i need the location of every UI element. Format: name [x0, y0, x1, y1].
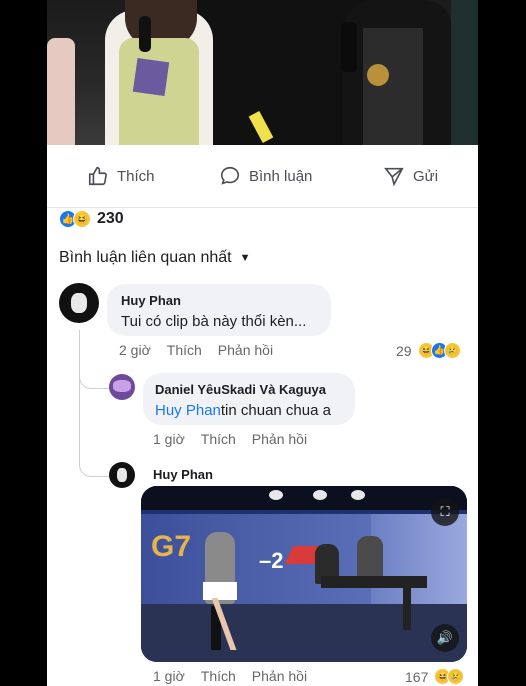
comment-icon — [220, 166, 240, 185]
reply-like-link[interactable]: Thích — [201, 668, 236, 684]
comment-meta: 2 giờ Thích Phản hồi — [119, 342, 289, 358]
mention-link[interactable]: Huy Phan — [155, 402, 221, 419]
avatar[interactable] — [109, 462, 135, 488]
reply-author[interactable]: Daniel YêuSkadi Và Kaguya — [155, 382, 326, 397]
reply-time: 1 giờ — [153, 431, 185, 447]
reply-reply-link[interactable]: Phản hồi — [252, 668, 307, 684]
chevron-down-icon: ▼ — [239, 252, 251, 264]
microphone — [139, 16, 151, 52]
like-button[interactable]: Thích — [87, 163, 155, 189]
stage-lights — [141, 486, 467, 510]
reply-reply-link[interactable]: Phản hồi — [252, 431, 307, 447]
sad-reaction-icon: 😢 — [447, 668, 465, 685]
stage-panel — [451, 0, 478, 145]
man-shirt — [363, 28, 423, 145]
send-icon — [384, 167, 404, 187]
reply-message: tin chuan chua a — [220, 402, 331, 419]
comment-text: Tui có clip bà này thổi kèn... — [121, 313, 307, 330]
held-card — [132, 57, 170, 97]
reply-reaction-tag[interactable]: 167 😆 😢 — [405, 668, 465, 685]
comment-button[interactable]: Bình luận — [219, 163, 312, 189]
microphone — [341, 22, 357, 72]
person-left-edge — [47, 38, 75, 145]
comment-sort-dropdown[interactable]: Bình luận liên quan nhất ▼ — [59, 249, 250, 267]
comment-reaction-tag[interactable]: 29 😆 👍 😢 — [396, 342, 461, 359]
team-logo-left: G7 — [151, 530, 192, 563]
reply-reaction-count: 167 — [405, 668, 429, 685]
comment-reply-link[interactable]: Phản hồi — [218, 342, 273, 358]
comment-bubble[interactable]: Huy Phan Tui có clip bà này thổi kèn... — [107, 284, 331, 336]
sad-reaction-icon: 😢 — [443, 342, 461, 359]
desk-leg — [403, 586, 411, 630]
reply-bubble[interactable]: Daniel YêuSkadi Và Kaguya Huy Phantin ch… — [143, 373, 355, 425]
reply-video-attachment[interactable]: G7 –2 ⛶ 🔊 — [141, 486, 467, 662]
phone-screen: Thích Bình luận Gửi 👍 😆 230 Bình luận li… — [47, 0, 478, 686]
comment-reaction-count: 29 — [396, 342, 412, 359]
comment-author[interactable]: Huy Phan — [121, 293, 181, 308]
reply-time: 1 giờ — [153, 668, 185, 684]
speaker-icon[interactable]: 🔊 — [431, 624, 459, 652]
send-button[interactable]: Gửi — [383, 163, 438, 189]
like-label: Thích — [117, 167, 155, 185]
haha-reaction-icon: 😆 — [73, 210, 91, 228]
reply-thread-line — [79, 330, 112, 477]
send-label: Gửi — [413, 167, 439, 185]
sort-label: Bình luận liên quan nhất — [59, 249, 232, 266]
reply-author[interactable]: Huy Phan — [153, 467, 213, 482]
comment-time: 2 giờ — [119, 342, 151, 358]
post-action-bar: Thích Bình luận Gửi — [47, 145, 478, 208]
stage-floor — [141, 604, 467, 662]
avatar[interactable] — [109, 374, 135, 400]
post-video-frame[interactable] — [47, 0, 478, 145]
shirt-logo — [367, 64, 389, 86]
reaction-summary[interactable]: 👍 😆 230 — [59, 210, 124, 228]
caster-desk — [321, 576, 427, 588]
comment-label: Bình luận — [249, 167, 313, 185]
comment-like-link[interactable]: Thích — [167, 342, 202, 358]
reply-meta: 1 giờ Thích Phản hồi — [153, 431, 323, 447]
reply-meta: 1 giờ Thích Phản hồi — [153, 668, 323, 684]
reply-like-link[interactable]: Thích — [201, 431, 236, 447]
thumbs-up-icon — [88, 166, 107, 186]
reaction-count: 230 — [97, 210, 124, 227]
expand-icon[interactable]: ⛶ — [431, 498, 459, 526]
reply-text: Huy Phantin chuan chua a — [155, 402, 331, 419]
avatar[interactable] — [59, 283, 99, 323]
stage-side-screen — [371, 514, 467, 604]
score-digit: –2 — [259, 548, 284, 573]
